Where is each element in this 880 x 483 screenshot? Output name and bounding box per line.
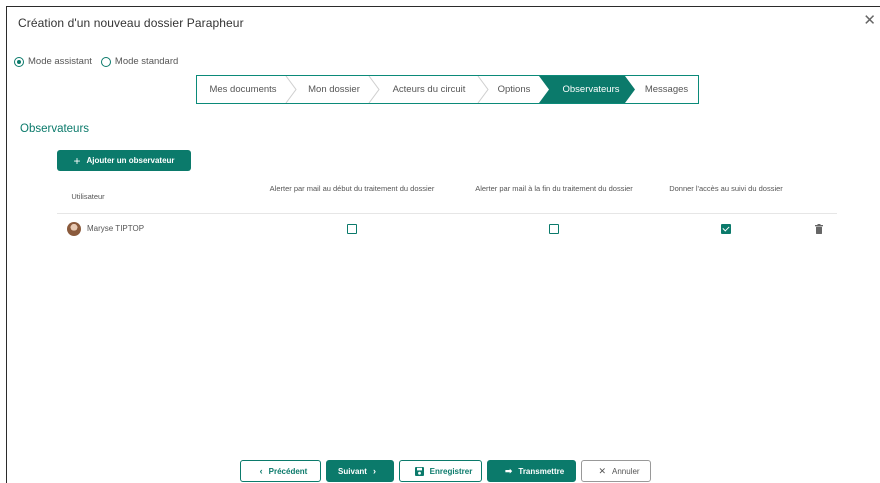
column-header-alert-start: Alerter par mail au début du traitement …: [269, 184, 435, 193]
step-mon-dossier[interactable]: Mon dossier: [293, 76, 375, 103]
next-label: Suivant: [338, 466, 367, 476]
save-label: Enregistrer: [429, 466, 473, 476]
mode-standard-label: Mode standard: [114, 56, 179, 67]
column-header-follow-access: Donner l'accès au suivi du dossier: [669, 184, 783, 193]
section-title: Observateurs: [20, 123, 90, 135]
next-button[interactable]: Suivant ›: [326, 460, 394, 482]
column-header-alert-end: Alerter par mail à la fin du traitement …: [475, 184, 633, 193]
wizard-steps: Mes documents Mon dossier Acteurs du cir…: [196, 75, 699, 104]
radio-mode-assistant[interactable]: [14, 56, 24, 67]
mode-standard[interactable]: Mode standard: [100, 56, 179, 67]
follow-access-checkbox[interactable]: [721, 224, 731, 234]
mode-selector: Mode assistant Mode standard: [14, 56, 187, 67]
step-mes-documents[interactable]: Mes documents: [197, 76, 289, 103]
column-header-user: Utilisateur: [71, 192, 105, 201]
mode-assistant[interactable]: Mode assistant: [14, 56, 92, 67]
alert-start-checkbox[interactable]: [347, 224, 357, 234]
previous-label: Précédent: [268, 466, 308, 476]
add-observer-label: Ajouter un observateur: [86, 156, 175, 165]
mode-assistant-label: Mode assistant: [28, 56, 92, 67]
send-button[interactable]: ➡ Transmettre: [487, 460, 576, 482]
trash-icon[interactable]: [815, 224, 823, 234]
step-options[interactable]: Options: [485, 76, 543, 103]
table-header-divider: [57, 213, 837, 214]
observer-user-name: Maryse TIPTOP: [87, 224, 145, 233]
floppy-disk-icon: [414, 466, 424, 476]
plus-icon: +: [73, 153, 81, 168]
previous-button[interactable]: ‹ Précédent: [240, 460, 321, 482]
cancel-label: Annuler: [611, 466, 640, 476]
close-icon: ✕: [598, 465, 606, 476]
arrow-right-icon: ➡: [504, 465, 513, 476]
dialog-title: Création d'un nouveau dossier Parapheur: [18, 16, 244, 30]
radio-mode-standard[interactable]: [100, 56, 111, 67]
cancel-button[interactable]: ✕ Annuler: [581, 460, 651, 482]
step-acteurs-du-circuit[interactable]: Acteurs du circuit: [377, 76, 481, 103]
step-messages[interactable]: Messages: [635, 76, 698, 103]
chevron-left-icon: ‹: [259, 465, 263, 476]
add-observer-button[interactable]: + Ajouter un observateur: [57, 150, 191, 171]
chevron-right-icon: ›: [372, 465, 376, 476]
avatar: [67, 222, 81, 236]
alert-end-checkbox[interactable]: [549, 224, 559, 234]
save-button[interactable]: Enregistrer: [399, 460, 482, 482]
close-icon[interactable]: ✕: [863, 13, 876, 28]
send-label: Transmettre: [518, 466, 565, 476]
step-observateurs[interactable]: Observateurs: [549, 76, 633, 103]
